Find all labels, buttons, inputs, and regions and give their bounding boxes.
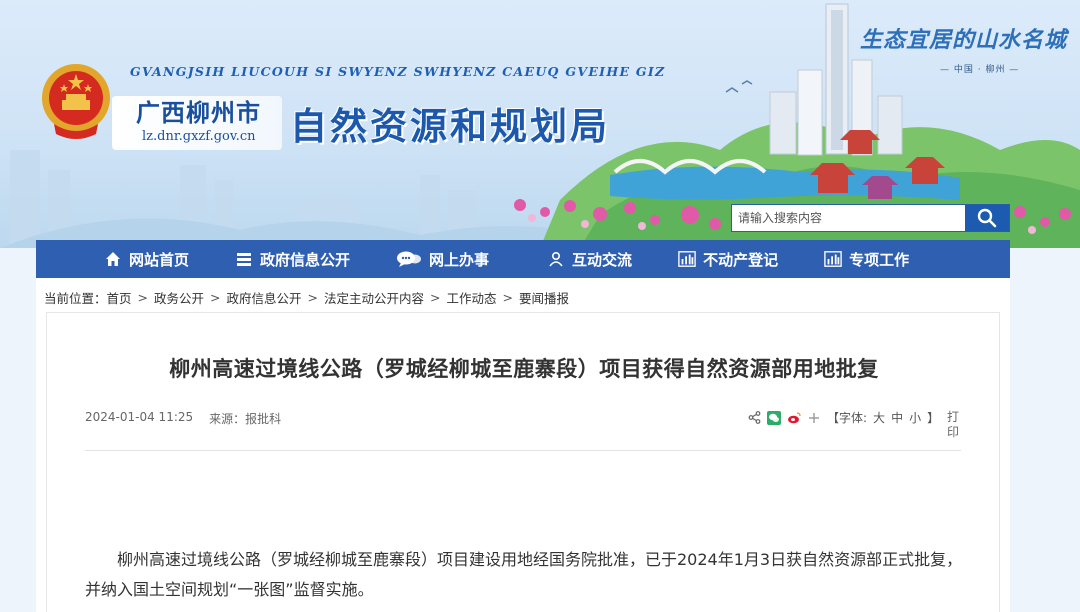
- search-button[interactable]: [965, 205, 1009, 231]
- nav-item-label: 政府信息公开: [260, 250, 351, 269]
- nav-item-label: 网站首页: [129, 250, 190, 269]
- search-icon: [977, 208, 997, 228]
- main-nav: 网站首页 政府信息公开 网上办事 互动交流 不动产登记 专项工作: [36, 240, 1010, 278]
- font-size-close-bracket: 】: [927, 411, 940, 425]
- city-slogan: 生态宜居的山水名城: [860, 27, 1068, 53]
- breadcrumb-separator: >: [210, 290, 221, 305]
- article-body-paragraph: 柳州高速过境线公路（罗城经柳城至鹿寨段）项目建设用地经国务院批准，已于2024年…: [85, 550, 963, 599]
- bureau-name-title: 自然资源和规划局: [290, 104, 610, 148]
- breadcrumb-separator: >: [307, 290, 319, 305]
- zhuang-language-name: GVANGJSIH LIUCOUH SI SWYENZ SWHYENZ CAEU…: [130, 64, 666, 79]
- share-icon[interactable]: [747, 411, 761, 425]
- nav-item-home[interactable]: 网站首页: [104, 240, 189, 278]
- breadcrumb: 当前位置： 首页 > 政务公开 > 政府信息公开 > 法定主动公开内容 > 工作…: [44, 288, 569, 307]
- search-bar: [731, 204, 1010, 232]
- font-size-medium-button[interactable]: 中: [891, 409, 903, 426]
- chat-icon: [396, 250, 422, 268]
- user-icon: [547, 250, 565, 268]
- bar-chart-icon: [678, 250, 696, 268]
- breadcrumb-item-gov-info[interactable]: 政府信息公开: [227, 288, 302, 307]
- header-banner: GVANGJSIH LIUCOUH SI SWYENZ SWHYENZ CAEU…: [0, 0, 1080, 248]
- breadcrumb-separator: >: [502, 290, 514, 305]
- nav-item-label: 专项工作: [849, 250, 910, 269]
- national-emblem-logo: [42, 64, 110, 139]
- nav-item-label: 不动产登记: [703, 250, 779, 269]
- meta-divider: [85, 450, 961, 451]
- search-input[interactable]: [732, 205, 965, 231]
- site-domain: lz.dnr.gxzf.gov.cn: [142, 129, 256, 144]
- bar-chart-icon: [824, 250, 842, 268]
- article-title: 柳州高速过境线公路（罗城经柳城至鹿寨段）项目获得自然资源部用地批复: [169, 357, 879, 381]
- city-name: 广西柳州市: [136, 98, 261, 127]
- nav-item-real-estate-registration[interactable]: 不动产登记: [678, 240, 778, 278]
- add-icon[interactable]: [807, 411, 821, 425]
- nav-item-label: 互动交流: [572, 250, 633, 269]
- breadcrumb-item-statutory[interactable]: 法定主动公开内容: [324, 288, 424, 307]
- nav-item-gov-info[interactable]: 政府信息公开: [235, 240, 350, 278]
- breadcrumb-item-work-news[interactable]: 工作动态: [447, 288, 497, 307]
- font-size-small-button[interactable]: 小: [909, 409, 921, 426]
- font-size-label: 【字体:: [827, 411, 868, 425]
- font-size-large-button[interactable]: 大: [873, 409, 885, 426]
- print-button[interactable]: 打印: [947, 410, 963, 440]
- breadcrumb-prefix: 当前位置：: [44, 291, 107, 306]
- breadcrumb-separator: >: [137, 290, 149, 305]
- home-icon: [104, 250, 122, 268]
- content-panel: 当前位置： 首页 > 政务公开 > 政府信息公开 > 法定主动公开内容 > 工作…: [36, 278, 1010, 612]
- article-tools: 【字体: 大 中 小 】: [747, 409, 939, 426]
- article-meta: 2024-01-04 11:25 来源：报批科: [85, 410, 281, 427]
- city-slogan-sub: — 中国 · 柳州 —: [940, 65, 1020, 75]
- document-icon: [235, 250, 253, 268]
- breadcrumb-separator: >: [430, 290, 441, 305]
- nav-item-interaction[interactable]: 互动交流: [547, 240, 632, 278]
- article-source: 来源：报批科: [209, 412, 282, 426]
- nav-item-special-work[interactable]: 专项工作: [824, 240, 909, 278]
- article-date: 2024-01-04 11:25: [85, 410, 194, 424]
- article-card: 柳州高速过境线公路（罗城经柳城至鹿寨段）项目获得自然资源部用地批复 2024-0…: [46, 312, 1000, 612]
- breadcrumb-item-headlines[interactable]: 要闻播报: [519, 288, 569, 307]
- nav-item-online-services[interactable]: 网上办事: [396, 240, 489, 278]
- weibo-icon[interactable]: [787, 411, 801, 425]
- breadcrumb-item-gov-affairs[interactable]: 政务公开: [154, 288, 204, 307]
- breadcrumb-item-home[interactable]: 首页: [107, 288, 132, 307]
- nav-item-label: 网上办事: [429, 250, 490, 269]
- wechat-icon[interactable]: [767, 410, 781, 425]
